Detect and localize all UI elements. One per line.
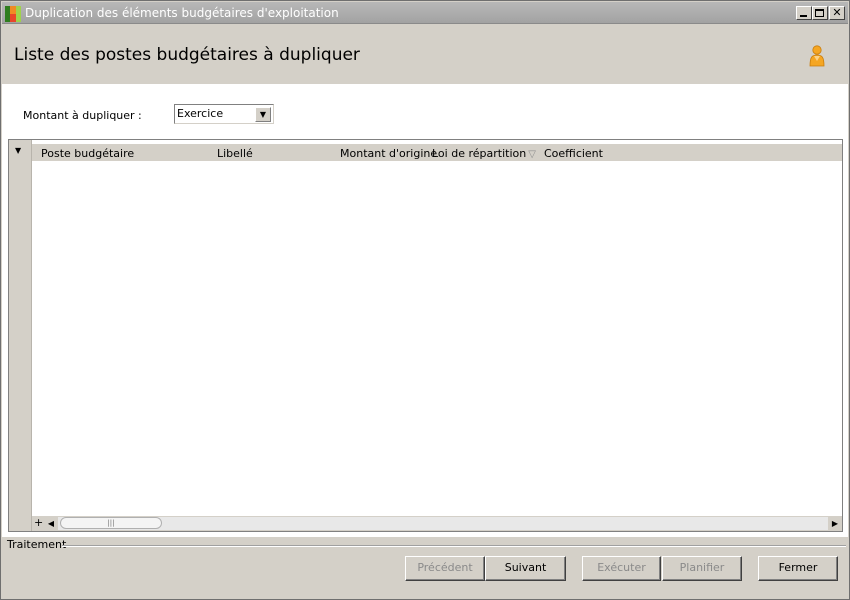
amount-to-duplicate-label: Montant à dupliquer :: [23, 109, 142, 122]
close-icon: ✕: [832, 6, 842, 19]
maximize-icon: [815, 9, 824, 17]
page-title: Liste des postes budgétaires à dupliquer: [14, 45, 360, 65]
grid-header: Poste budgétaire Libellé Montant d'origi…: [32, 144, 842, 161]
column-header-text: Loi de répartition: [432, 147, 527, 160]
page-header: Liste des postes budgétaires à dupliquer: [2, 25, 848, 84]
processing-group-label: Traitement: [7, 538, 67, 551]
main-content: Montant à dupliquer : Exercice ▼ ▼ Poste…: [2, 84, 848, 537]
add-row-button[interactable]: +: [34, 516, 43, 530]
actions-footer: Traitement Précédent Suivant Exécuter Pl…: [2, 537, 848, 599]
amount-to-duplicate-select[interactable]: Exercice ▼: [174, 104, 274, 124]
close-button[interactable]: Fermer: [758, 556, 838, 581]
minimize-icon: [800, 15, 807, 17]
maximize-button[interactable]: [812, 6, 828, 20]
column-header-budget-item[interactable]: Poste budgétaire: [41, 147, 134, 160]
grid-body[interactable]: [32, 161, 842, 516]
execute-button[interactable]: Exécuter: [582, 556, 661, 581]
column-header-coefficient[interactable]: Coefficient: [544, 147, 603, 160]
scrollbar-thumb[interactable]: |||: [60, 517, 162, 529]
schedule-button[interactable]: Planifier: [662, 556, 742, 581]
select-value: Exercice: [177, 107, 224, 120]
budget-items-grid: ▼ Poste budgétaire Libellé Montant d'ori…: [8, 139, 843, 532]
previous-button[interactable]: Précédent: [405, 556, 485, 581]
filter-icon[interactable]: ▽: [528, 149, 536, 160]
title-bar[interactable]: Duplication des éléments budgétaires d'e…: [2, 2, 848, 24]
chevron-down-icon[interactable]: ▼: [255, 107, 271, 122]
minimize-button[interactable]: [796, 6, 812, 20]
column-header-distribution-rule[interactable]: Loi de répartition ▽: [432, 147, 536, 160]
grid-menu-icon[interactable]: ▼: [15, 146, 21, 155]
app-logo-icon: [5, 6, 21, 22]
scroll-right-icon[interactable]: ▶: [829, 517, 841, 530]
column-header-original-amount[interactable]: Montant d'origine: [340, 147, 437, 160]
close-window-button[interactable]: ✕: [829, 6, 845, 20]
scroll-left-icon[interactable]: ◀: [45, 517, 57, 530]
person-icon[interactable]: [808, 45, 826, 67]
row-selector-column: ▼: [9, 140, 32, 531]
grid-footer: + ◀ ||| ▶: [32, 516, 842, 531]
group-divider: [62, 545, 846, 547]
horizontal-scrollbar[interactable]: [58, 517, 828, 530]
next-button[interactable]: Suivant: [485, 556, 566, 581]
column-header-label[interactable]: Libellé: [217, 147, 253, 160]
window-title: Duplication des éléments budgétaires d'e…: [25, 6, 339, 20]
app-window: Duplication des éléments budgétaires d'e…: [0, 0, 850, 600]
